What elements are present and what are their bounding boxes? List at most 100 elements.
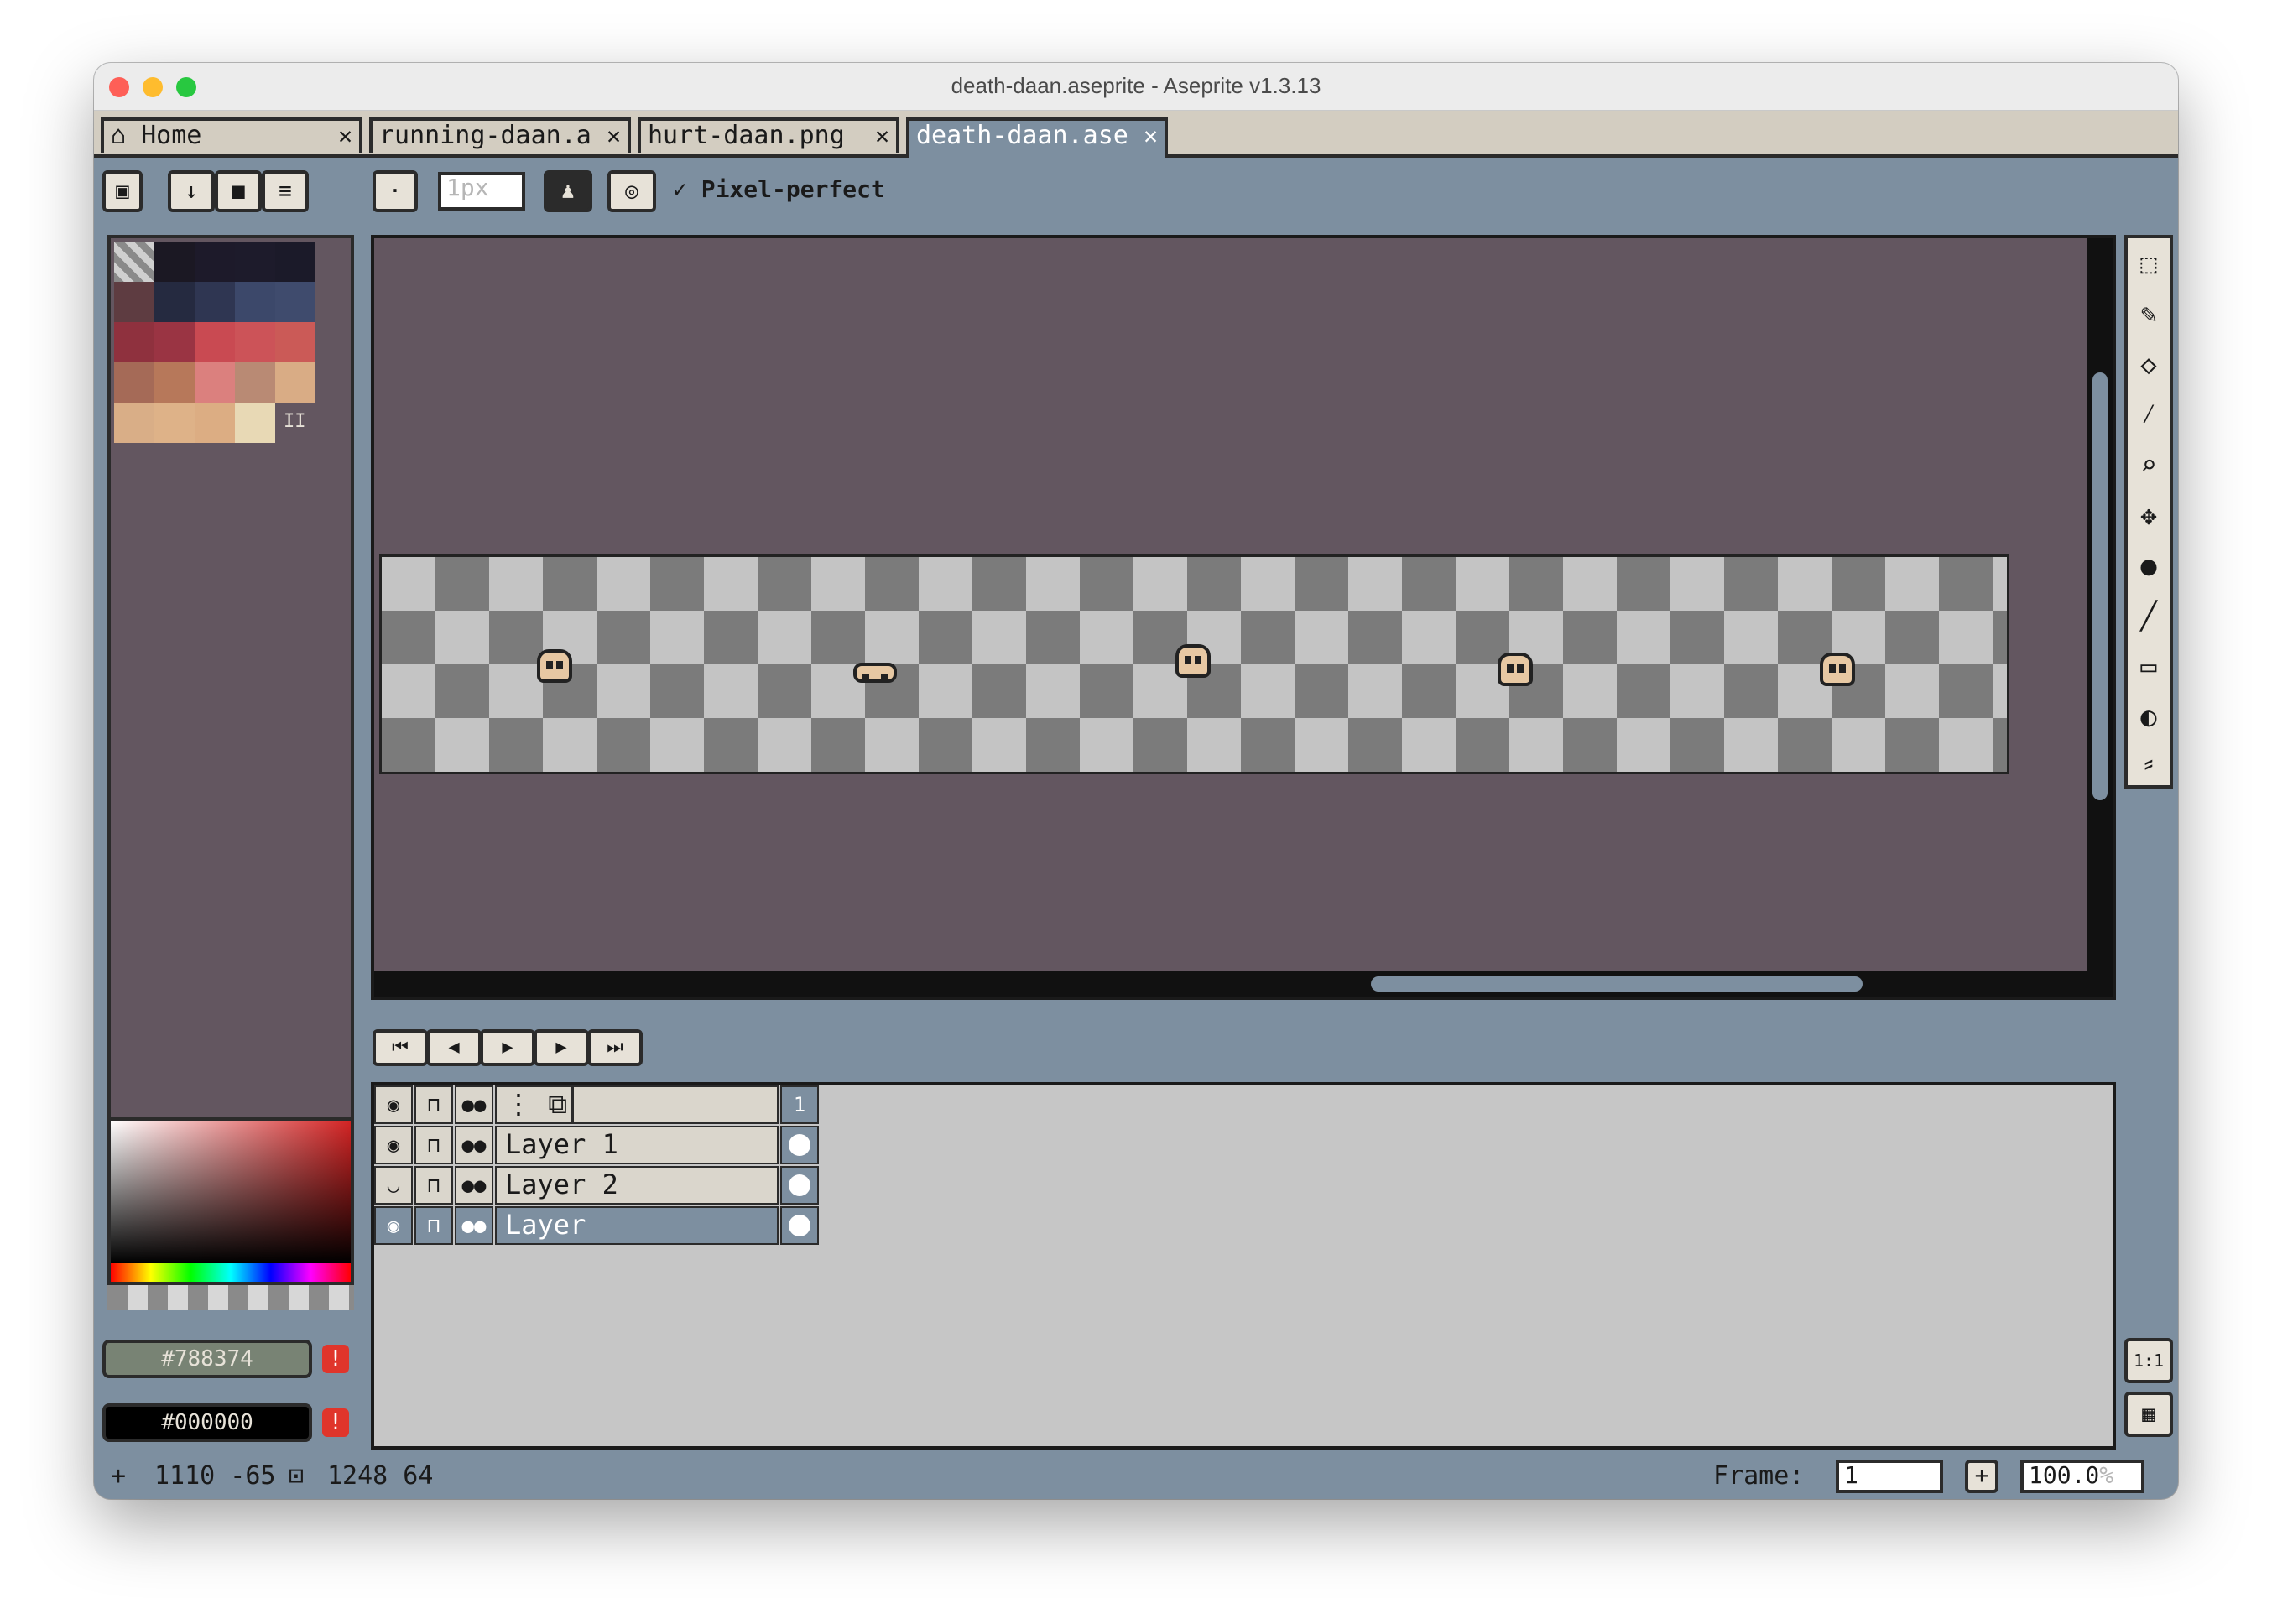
color-spectrum[interactable]	[107, 1117, 354, 1285]
paint-bucket-tool-icon[interactable]: ●	[2131, 544, 2166, 587]
close-tab-icon[interactable]: ✕	[338, 121, 352, 151]
next-frame-button[interactable]: ▶	[534, 1029, 589, 1066]
pressure-button[interactable]: ◎	[607, 170, 656, 212]
warning-icon[interactable]: !	[322, 1345, 349, 1373]
alpha-slider[interactable]	[107, 1285, 354, 1310]
close-tab-icon[interactable]: ✕	[875, 121, 889, 151]
background-color-button[interactable]: #000000	[102, 1403, 312, 1442]
first-frame-button[interactable]: ⏮	[373, 1029, 428, 1066]
unlock-icon[interactable]: ⊓	[414, 1126, 453, 1164]
line-tool-icon[interactable]: ╱	[2131, 594, 2166, 638]
close-tab-icon[interactable]: ✕	[607, 121, 621, 151]
zoom-tool-icon[interactable]: ⌕	[2131, 443, 2166, 487]
rectangle-tool-icon[interactable]: ▭	[2131, 644, 2166, 688]
continuous-icon[interactable]: ●●	[455, 1206, 493, 1245]
palette-swatch[interactable]	[275, 362, 315, 403]
lock-palette-button[interactable]: ▣	[102, 170, 143, 212]
frame-input[interactable]: 1	[1836, 1460, 1943, 1493]
palette-swatch[interactable]	[195, 282, 235, 322]
sprite-canvas[interactable]	[379, 554, 2009, 774]
palette-swatch[interactable]	[235, 403, 275, 443]
cel[interactable]	[780, 1206, 819, 1245]
palette-swatch[interactable]	[195, 322, 235, 362]
palette-swatch[interactable]	[195, 362, 235, 403]
palette-swatch[interactable]	[235, 322, 275, 362]
horizontal-scrollbar[interactable]	[374, 971, 2113, 997]
tab-running-daan[interactable]: running-daan.a ✕	[369, 117, 631, 153]
hue-slider[interactable]	[111, 1263, 351, 1282]
horizontal-scroll-thumb[interactable]	[1371, 976, 1863, 992]
continuous-icon[interactable]: ●●	[455, 1085, 493, 1124]
cel[interactable]	[780, 1166, 819, 1205]
ink-button[interactable]: ♟	[544, 170, 592, 212]
layer-name[interactable]: Layer 2	[495, 1166, 779, 1205]
layer-row-selected[interactable]: ◉ ⊓ ●● Layer	[374, 1206, 824, 1247]
reset-zoom-button[interactable]: 1:1	[2124, 1338, 2173, 1383]
palette-swatch[interactable]	[195, 242, 235, 282]
palette-swatch[interactable]	[114, 362, 154, 403]
layer-name[interactable]: Layer	[495, 1206, 779, 1245]
canvas-editor[interactable]	[371, 235, 2116, 1000]
foreground-color-button[interactable]: #788374	[102, 1340, 312, 1378]
palette-swatch[interactable]	[275, 242, 315, 282]
spray-tool-icon[interactable]: ⸗	[2131, 742, 2166, 785]
palette-swatch[interactable]	[114, 403, 154, 443]
eyedropper-tool-icon[interactable]: ⁄	[2131, 393, 2166, 436]
unlock-icon[interactable]: ⊓	[414, 1166, 453, 1205]
continuous-icon[interactable]: ●●	[455, 1166, 493, 1205]
tab-hurt-daan[interactable]: hurt-daan.png ✕	[638, 117, 899, 153]
vertical-scroll-thumb[interactable]	[2092, 372, 2108, 800]
zoom-input[interactable]: 100.0%	[2020, 1460, 2144, 1493]
palette-swatch[interactable]	[154, 322, 195, 362]
palette-swatch[interactable]	[235, 362, 275, 403]
warning-icon[interactable]: !	[322, 1408, 349, 1437]
palette-swatch[interactable]	[275, 282, 315, 322]
unlock-icon[interactable]: ⊓	[414, 1206, 453, 1245]
pixel-perfect-checkbox[interactable]: ✓ Pixel-perfect	[673, 175, 885, 203]
last-frame-button[interactable]: ⏭	[587, 1029, 643, 1066]
palette-swatch[interactable]	[235, 242, 275, 282]
close-tab-icon[interactable]: ✕	[1144, 121, 1158, 151]
tab-home[interactable]: ⌂ Home ✕	[101, 117, 362, 153]
continuous-icon[interactable]: ●●	[455, 1126, 493, 1164]
play-icon: ▶	[502, 1037, 513, 1058]
padlock-icon[interactable]: ⊓	[414, 1085, 453, 1124]
layer-row[interactable]: ◉ ⊓ ●● Layer 1	[374, 1126, 824, 1166]
filmstrip-button[interactable]: ▦	[2124, 1392, 2173, 1437]
brush-size-input[interactable]: 1px	[438, 172, 525, 211]
eye-icon[interactable]: ◉	[374, 1126, 413, 1164]
palette-swatch[interactable]	[154, 362, 195, 403]
palette-swatch[interactable]	[275, 322, 315, 362]
tab-death-daan[interactable]: death-daan.ase ✕	[906, 117, 1168, 158]
eye-icon[interactable]: ◉	[374, 1085, 413, 1124]
saturation-value-area[interactable]	[111, 1121, 351, 1263]
add-frame-button[interactable]: +	[1965, 1460, 1998, 1493]
previous-frame-button[interactable]: ◀	[426, 1029, 482, 1066]
cel[interactable]	[780, 1126, 819, 1164]
palette-swatch[interactable]	[235, 282, 275, 322]
pencil-tool-icon[interactable]: ✎	[2131, 292, 2166, 336]
palette-sort-button[interactable]: ↓	[168, 170, 215, 212]
eye-closed-icon[interactable]: ◡	[374, 1166, 413, 1205]
palette-swatch[interactable]	[195, 403, 235, 443]
frame-header[interactable]: 1	[780, 1085, 819, 1124]
layer-row[interactable]: ◡ ⊓ ●● Layer 2	[374, 1166, 824, 1206]
vertical-scrollbar[interactable]	[2087, 238, 2113, 997]
palette-swatch[interactable]	[154, 403, 195, 443]
eye-icon[interactable]: ◉	[374, 1206, 413, 1245]
palette-swatch[interactable]	[114, 322, 154, 362]
transparent-swatch[interactable]	[114, 242, 154, 282]
palette-swatch[interactable]	[154, 282, 195, 322]
move-tool-icon[interactable]: ✥	[2131, 493, 2166, 537]
play-button[interactable]: ▶	[480, 1029, 535, 1066]
brush-type-button[interactable]: ·	[373, 170, 418, 212]
palette-options-button[interactable]: ≡	[262, 170, 309, 212]
palette-swatch[interactable]	[154, 242, 195, 282]
palette-swatch[interactable]	[114, 282, 154, 322]
palette-presets-button[interactable]: ■	[215, 170, 262, 212]
marquee-tool-icon[interactable]: ⬚	[2131, 242, 2166, 285]
eraser-tool-icon[interactable]: ◇	[2131, 342, 2166, 386]
layer-name[interactable]: Layer 1	[495, 1126, 779, 1164]
layer-options-icons[interactable]: ⋮ ⧉	[495, 1085, 572, 1124]
blur-tool-icon[interactable]: ◐	[2131, 695, 2166, 738]
